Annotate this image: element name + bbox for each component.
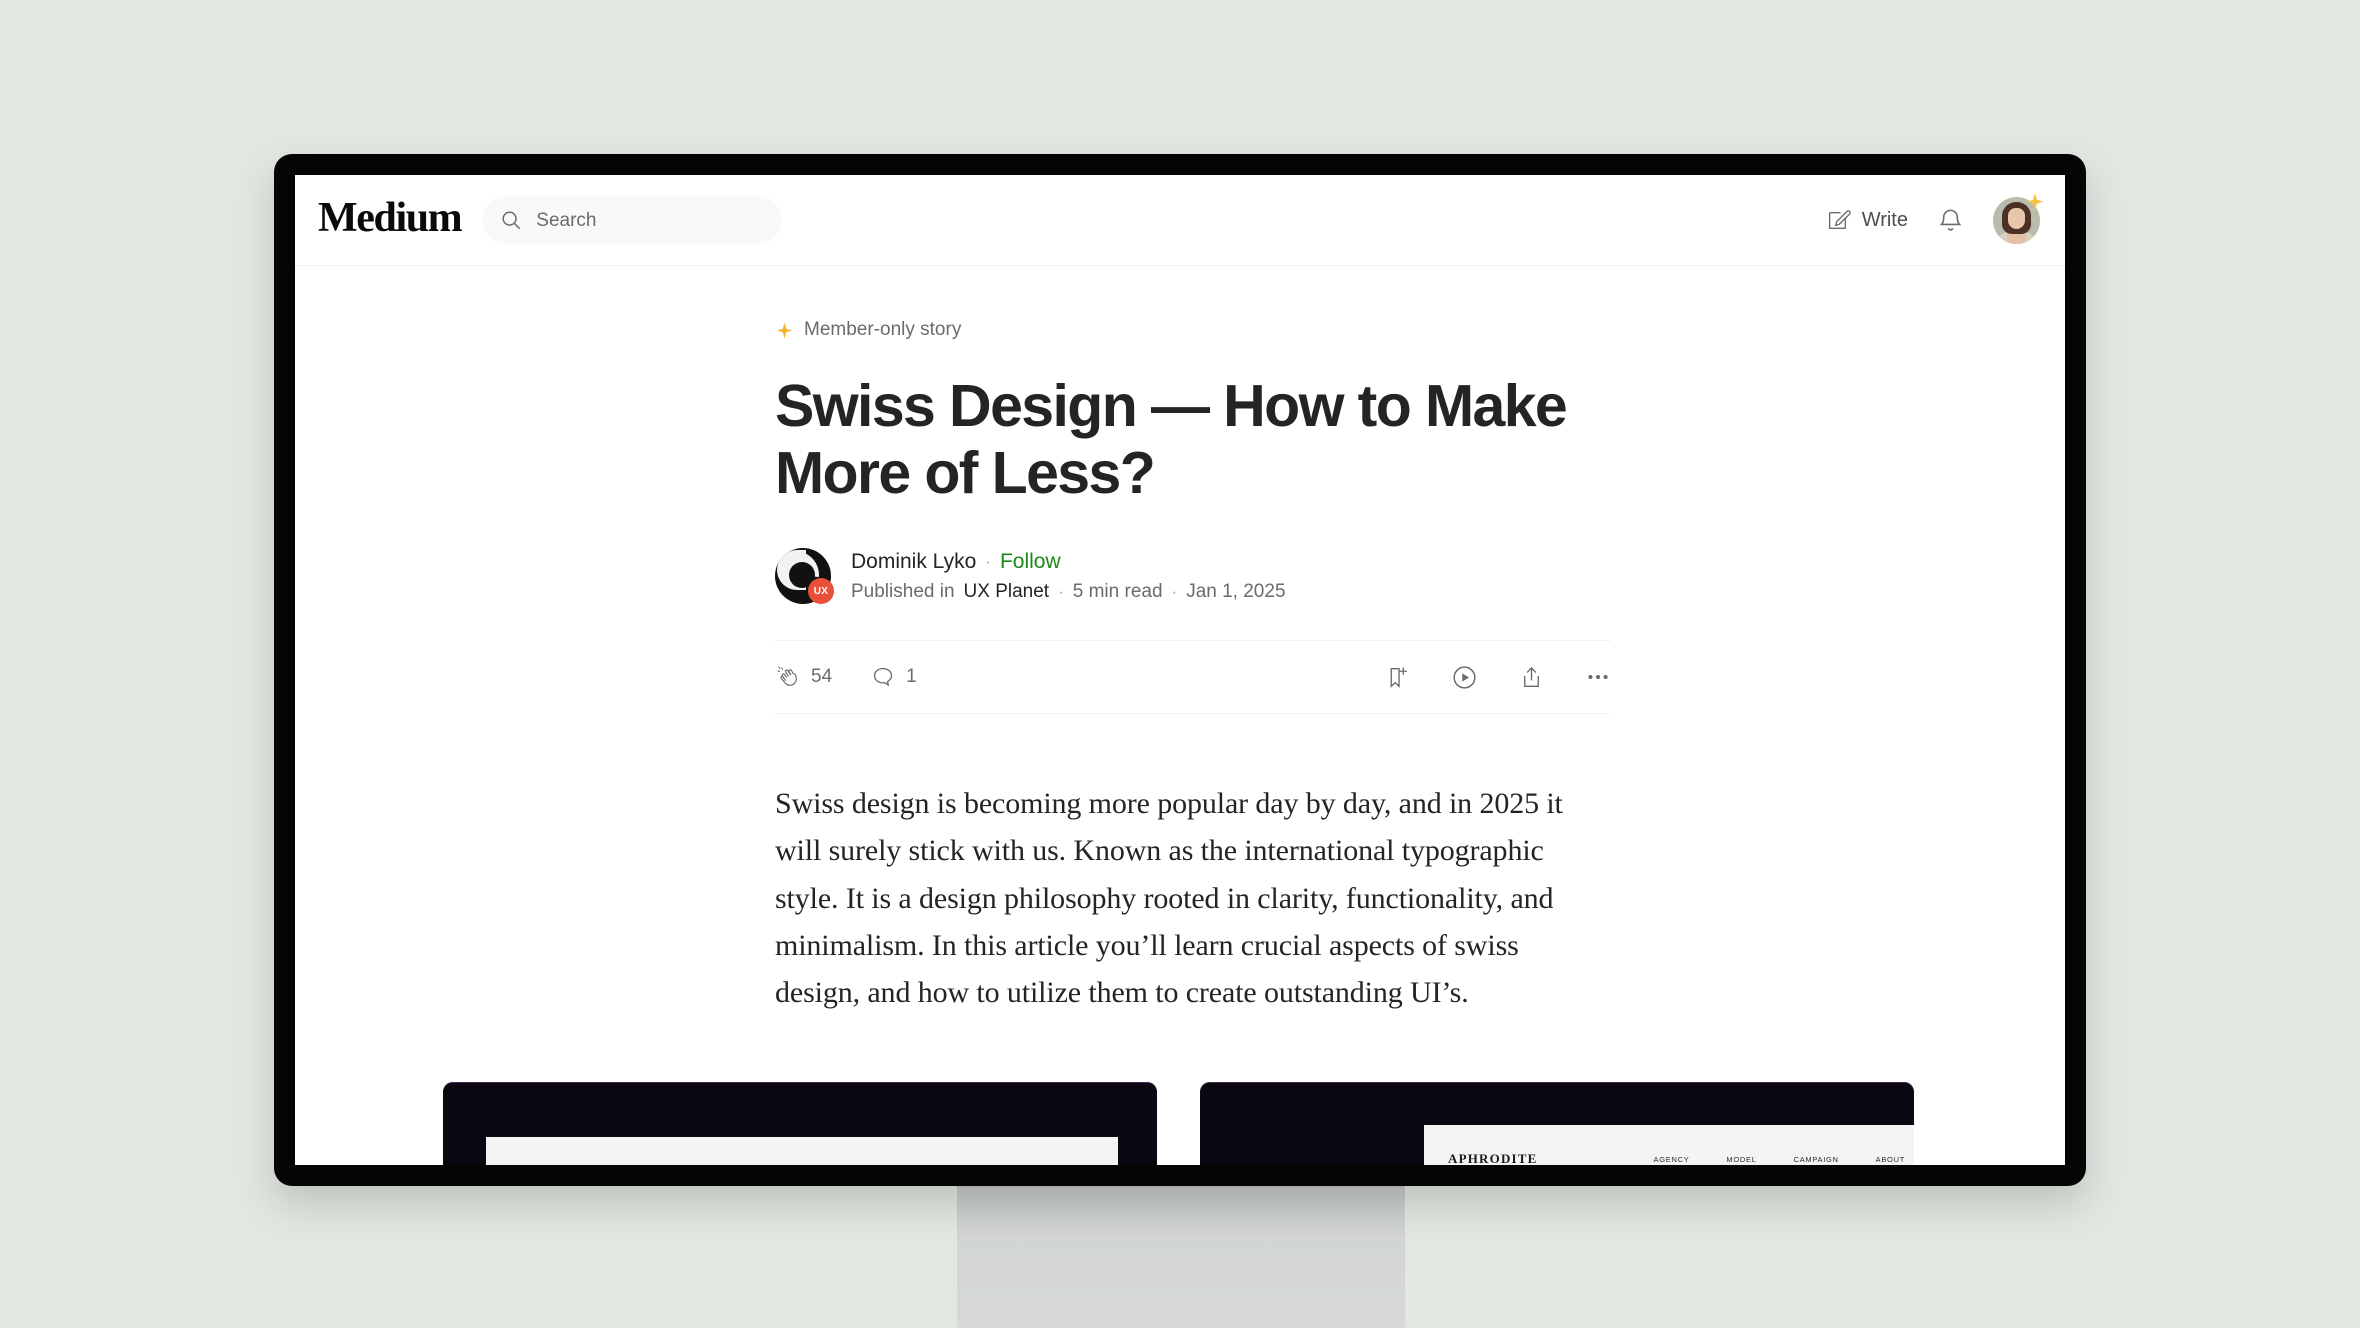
byline-separator: · — [985, 551, 991, 571]
byline: UX Dominik Lyko · Follow Published in UX… — [775, 548, 1611, 605]
byline-separator-2: · — [1058, 581, 1064, 601]
mockup-monitor-left: APHRODITE AGENCY MODEL CAMPAIGN ABOUT CO… — [443, 1081, 1157, 1165]
mockup-nav-right: APHRODITE AGENCY MODEL CAMPAIGN ABOUT CO… — [1424, 1125, 1914, 1165]
member-only-badge: Member-only story — [775, 319, 1611, 341]
byline-text: Dominik Lyko · Follow Published in UX Pl… — [851, 550, 1286, 603]
search-icon — [500, 209, 522, 231]
share-icon[interactable] — [1519, 665, 1544, 690]
follow-button[interactable]: Follow — [1000, 550, 1061, 574]
bell-icon[interactable] — [1937, 207, 1964, 234]
clap-count: 54 — [811, 666, 833, 688]
mockup-nav-links-right: AGENCY MODEL CAMPAIGN ABOUT CONTACT — [1654, 1155, 1914, 1164]
site-header: Medium Search Write — [295, 175, 2065, 266]
clap-icon — [775, 665, 800, 690]
action-bar-right — [1385, 664, 1611, 691]
mockup-nav-model-2: MODEL — [1726, 1154, 1757, 1164]
action-bar-left: 54 1 — [775, 665, 917, 690]
mockup-nav-about-2: ABOUT — [1875, 1154, 1905, 1164]
header-actions: Write — [1826, 192, 2044, 244]
mockup-screen-right: APHRODITE AGENCY MODEL CAMPAIGN ABOUT CO… — [1424, 1124, 1914, 1165]
monitor-bezel: Medium Search Write Member-only story Sw… — [274, 154, 2086, 1186]
article-body: Swiss design is becoming more popular da… — [775, 780, 1611, 1015]
monitor-screen: Medium Search Write Member-only story Sw… — [295, 175, 2065, 1165]
search-placeholder: Search — [536, 209, 597, 231]
comment-count: 1 — [906, 666, 917, 688]
read-time: 5 min read — [1072, 580, 1163, 602]
publication-link[interactable]: UX Planet — [964, 581, 1050, 603]
publication-badge: UX — [808, 578, 834, 605]
star-sparkle-icon — [775, 321, 794, 340]
article-paragraph: Swiss design is becoming more popular da… — [775, 787, 1563, 1009]
avatar[interactable] — [1993, 192, 2044, 244]
search-input[interactable]: Search — [482, 196, 783, 244]
monitor-stand — [957, 1182, 1405, 1328]
published-in-label: Published in — [851, 580, 955, 602]
member-only-label: Member-only story — [804, 319, 962, 340]
mockup-screen-left: APHRODITE AGENCY MODEL CAMPAIGN ABOUT CO… — [486, 1136, 1118, 1165]
comment-button[interactable]: 1 — [871, 665, 917, 689]
write-button[interactable]: Write — [1826, 208, 1908, 233]
mockup-nav-left: APHRODITE AGENCY MODEL CAMPAIGN ABOUT CO… — [486, 1137, 1118, 1165]
mockup-nav-agency-2: AGENCY — [1653, 1154, 1690, 1164]
medium-logo[interactable]: Medium — [318, 197, 463, 243]
publish-date: Jan 1, 2025 — [1186, 580, 1286, 602]
write-label: Write — [1861, 208, 1908, 231]
more-horizontal-icon[interactable] — [1585, 664, 1611, 690]
bookmark-add-icon[interactable] — [1385, 665, 1410, 690]
comment-bubble-icon — [871, 665, 895, 689]
mockup-brand-left: APHRODITE — [510, 1163, 600, 1165]
byline-separator-3: · — [1171, 581, 1178, 601]
author-name[interactable]: Dominik Lyko — [851, 550, 976, 574]
article: Member-only story Swiss Design — How to … — [295, 266, 2065, 1165]
article-action-bar: 54 1 — [775, 640, 1611, 715]
mockup-monitor-right: APHRODITE AGENCY MODEL CAMPAIGN ABOUT CO… — [1200, 1081, 1914, 1165]
write-pencil-icon — [1826, 208, 1851, 233]
sparkle-star-icon — [2025, 192, 2045, 212]
page-title: Swiss Design — How to Make More of Less? — [775, 373, 1568, 506]
clap-button[interactable]: 54 — [775, 665, 832, 690]
hero-image: APHRODITE AGENCY MODEL CAMPAIGN ABOUT CO… — [443, 1081, 1915, 1165]
author-avatar[interactable]: UX — [775, 548, 834, 605]
play-circle-icon[interactable] — [1451, 664, 1478, 691]
mockup-nav-campaign-2: CAMPAIGN — [1793, 1154, 1839, 1164]
mockup-brand-right: APHRODITE — [1448, 1151, 1538, 1165]
